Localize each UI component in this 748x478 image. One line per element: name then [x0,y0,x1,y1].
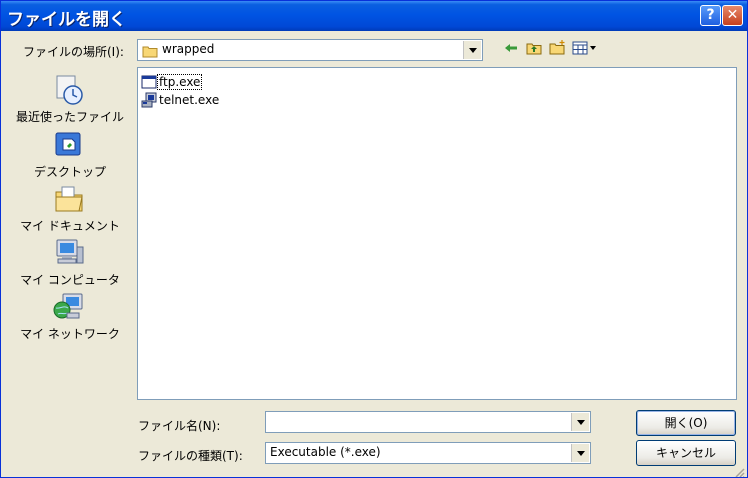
place-label: マイ ドキュメント [20,219,120,233]
open-button[interactable]: 開く(O) [636,410,736,436]
file-name: ftp.exe [156,74,203,90]
chevron-down-icon [576,419,585,425]
my-network-icon [53,291,85,327]
window-title: ファイルを開く [7,10,126,30]
file-name: telnet.exe [159,93,220,107]
lookin-value: wrapped [162,42,215,56]
my-documents-icon [53,183,85,219]
question-mark-icon: ? [706,7,715,23]
chevron-down-icon [576,450,585,456]
desktop-icon [53,129,85,165]
view-menu-icon[interactable] [572,40,598,59]
place-label: マイ コンピュータ [20,273,120,287]
filename-combobox[interactable] [265,411,591,433]
chevron-down-icon [468,47,477,53]
exe-terminal-icon [141,92,157,112]
title-bar[interactable]: ファイルを開く ? ✕ [1,1,747,31]
filetype-value: Executable (*.exe) [270,445,381,459]
filetype-label: ファイルの種類(T): [138,449,243,463]
lookin-label: ファイルの場所(I): [23,45,124,59]
file-list[interactable]: ftp.exe telnet.exe [137,67,737,400]
my-computer-icon [53,237,85,273]
resize-grip-icon[interactable] [733,463,745,477]
place-label: デスクトップ [33,165,106,179]
exe-window-icon [141,74,157,94]
open-file-dialog: ファイルを開く ? ✕ ファイルの場所(I): wrapped 最近使ったファイ… [0,0,748,478]
lookin-dropdown-button[interactable] [463,41,481,59]
place-label: 最近使ったファイル [15,110,124,124]
back-arrow-icon[interactable] [504,40,518,59]
filetype-dropdown-button[interactable] [571,444,589,462]
up-folder-icon[interactable] [526,40,542,59]
help-button[interactable]: ? [700,5,721,26]
filename-dropdown-button[interactable] [571,413,589,431]
lookin-combobox[interactable]: wrapped [137,39,483,61]
cancel-button[interactable]: キャンセル [636,440,736,466]
close-button[interactable]: ✕ [722,5,743,26]
place-label: マイ ネットワーク [20,327,120,341]
close-icon: ✕ [726,7,739,23]
recent-documents-icon [53,74,85,110]
filename-label: ファイル名(N): [138,419,221,433]
folder-icon [142,43,158,62]
filetype-combobox[interactable]: Executable (*.exe) [265,442,591,464]
new-folder-icon[interactable] [549,40,566,59]
